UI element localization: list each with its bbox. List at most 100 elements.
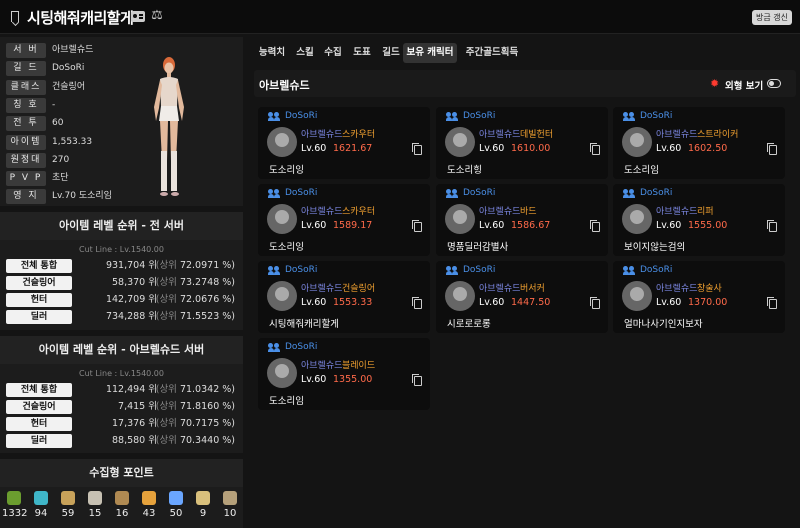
appearance-toggle-label[interactable]: 외형 보기 xyxy=(725,78,763,92)
rank-label: 건슬링어 xyxy=(6,276,72,290)
character-avatar xyxy=(267,281,297,311)
collect-value: 59 xyxy=(61,508,75,519)
character-item-level: 1602.50 xyxy=(688,143,728,154)
guild-members-icon xyxy=(622,112,635,121)
character-card[interactable]: DoSoRi 아브렐슈드 블레이드 Lv.60 1355.00 도소리임 xyxy=(258,338,430,410)
profile-value: - xyxy=(52,99,56,110)
character-card[interactable]: DoSoRi 아브렐슈드 스트라이커 Lv.60 1602.50 도소리임 xyxy=(613,107,785,179)
character-class: 블레이드 xyxy=(342,361,376,371)
refresh-button[interactable]: 방금 갱신 xyxy=(752,10,792,25)
mokoko-seed-icon xyxy=(7,491,21,505)
profile-row: P V P 초단 xyxy=(6,171,146,187)
tab-2[interactable]: 수집 xyxy=(320,43,346,63)
tab-6[interactable]: 주간골드획득 xyxy=(460,43,524,63)
appearance-toggle[interactable] xyxy=(767,79,781,88)
copy-icon[interactable] xyxy=(412,297,422,309)
character-class: 스카우터 xyxy=(342,130,376,140)
character-avatar xyxy=(445,204,475,234)
profile-value: 60 xyxy=(52,118,64,129)
profile-row: 길 드 DoSoRi xyxy=(6,61,146,77)
character-name: 보이지않는검의 xyxy=(624,242,686,253)
copy-icon[interactable] xyxy=(412,374,422,386)
voyage-icon xyxy=(115,491,129,505)
character-name: 얼마나사기인지보자 xyxy=(624,319,703,330)
copy-icon[interactable] xyxy=(590,220,600,232)
character-card[interactable]: DoSoRi 아브렐슈드 스카우터 Lv.60 1621.67 도소리잉 xyxy=(258,107,430,179)
character-card[interactable]: DoSoRi 아브렐슈드 건슬링어 Lv.60 1553.33 시팅해줘캐리할게 xyxy=(258,261,430,333)
character-avatar xyxy=(267,358,297,388)
collect-item[interactable]: 16 xyxy=(110,491,134,519)
guild-members-icon xyxy=(267,112,280,121)
collect-item[interactable]: 10 xyxy=(218,491,242,519)
copy-icon[interactable] xyxy=(590,143,600,155)
character-card[interactable]: DoSoRi 아브렐슈드 스카우터 Lv.60 1589.17 도소리잉 xyxy=(258,184,430,256)
tab-5[interactable]: 보유 캐릭터 xyxy=(403,43,457,63)
character-card[interactable]: DoSoRi 아브렐슈드 데빌헌터 Lv.60 1610.00 도소리힝 xyxy=(436,107,608,179)
character-server: 아브렐슈드 xyxy=(656,130,698,140)
rank-server-cutline: Cut Line : Lv.1540.00 xyxy=(79,369,164,378)
tab-1[interactable]: 스킬 xyxy=(292,43,318,63)
collect-item[interactable]: 94 xyxy=(29,491,53,519)
character-level: Lv.60 xyxy=(656,220,682,231)
copy-icon[interactable] xyxy=(412,143,422,155)
rank-value: 931,704 위 xyxy=(105,260,157,271)
character-server: 아브렐슈드 xyxy=(301,284,343,294)
rank-value: 58,370 위 xyxy=(111,277,157,288)
character-level: Lv.60 xyxy=(301,143,327,154)
character-item-level: 1355.00 xyxy=(333,374,373,385)
rank-percent-prefix: (상위 xyxy=(155,311,177,322)
character-class: 버서커 xyxy=(520,284,545,294)
profile-label: 전 투 xyxy=(6,116,46,132)
server-title: 아브렐슈드 xyxy=(259,79,310,92)
rank-percent-value: 73.2748 %) xyxy=(179,277,235,288)
tab-0[interactable]: 능력치 xyxy=(256,43,288,63)
character-card[interactable]: DoSoRi 아브렐슈드 창술사 Lv.60 1370.00 얼마나사기인지보자 xyxy=(613,261,785,333)
collect-item[interactable]: 9 xyxy=(191,491,215,519)
id-card-icon[interactable] xyxy=(131,11,145,22)
tab-4[interactable]: 길드 xyxy=(378,43,404,63)
compare-scale-icon[interactable]: ⚖ xyxy=(149,9,165,23)
guild-members-icon xyxy=(445,189,458,198)
tab-3[interactable]: 도표 xyxy=(349,43,375,63)
character-level: Lv.60 xyxy=(301,220,327,231)
character-item-level: 1586.67 xyxy=(511,220,551,231)
copy-icon[interactable] xyxy=(767,143,777,155)
copy-icon[interactable] xyxy=(412,220,422,232)
character-server: 아브렐슈드 xyxy=(479,284,521,294)
collect-item[interactable]: 50 xyxy=(164,491,188,519)
character-level: Lv.60 xyxy=(656,143,682,154)
sun-icon: ✹ xyxy=(710,77,720,90)
collect-item[interactable]: 59 xyxy=(56,491,80,519)
character-server: 아브렐슈드 xyxy=(656,207,698,217)
characters-panel: 아브렐슈드 ✹ 외형 보기 DoSoRi 아브렐슈드 스카우터 Lv.60 1621.6… xyxy=(254,70,796,422)
character-card[interactable]: DoSoRi 아브렐슈드 버서커 Lv.60 1447.50 시로로로롱 xyxy=(436,261,608,333)
collect-value: 94 xyxy=(34,508,48,519)
character-server: 아브렐슈드 xyxy=(479,207,521,217)
copy-icon[interactable] xyxy=(590,297,600,309)
rank-value: 88,580 위 xyxy=(111,435,157,446)
collect-item[interactable]: 15 xyxy=(83,491,107,519)
rank-value: 17,376 위 xyxy=(111,418,157,429)
copy-icon[interactable] xyxy=(767,297,777,309)
character-card[interactable]: DoSoRi 아브렐슈드 바드 Lv.60 1586.67 명품딜러감별사 xyxy=(436,184,608,256)
character-card[interactable]: DoSoRi 아브렐슈드 리퍼 Lv.60 1555.00 보이지않는검의 xyxy=(613,184,785,256)
rank-row: 전체 통합 931,704 위 (상위 72.0971 %) xyxy=(6,258,237,274)
collect-item[interactable]: 1332 xyxy=(2,491,27,519)
profile-value: 아브렐슈드 xyxy=(52,45,94,55)
character-name: 도소리임 xyxy=(624,165,659,176)
copy-icon[interactable] xyxy=(767,220,777,232)
guild-name: DoSoRi xyxy=(463,111,496,121)
character-level: Lv.60 xyxy=(479,297,505,308)
profile-label: 칭 호 xyxy=(6,97,46,113)
collect-value: 16 xyxy=(115,508,129,519)
profile-value: Lv.70 도소리임 xyxy=(52,191,112,202)
bookmark-icon[interactable] xyxy=(11,11,19,22)
rank-row: 건슬링어 58,370 위 (상위 73.2748 %) xyxy=(6,275,237,291)
art-icon xyxy=(88,491,102,505)
character-avatar xyxy=(445,127,475,157)
rank-row: 헌터 142,709 위 (상위 72.0676 %) xyxy=(6,292,237,308)
character-name: 도소리잉 xyxy=(269,242,304,253)
collect-item[interactable]: 43 xyxy=(137,491,161,519)
rank-percent: (상위 71.0342 %) xyxy=(156,382,235,398)
profile-row: 아이템 1,553.33 xyxy=(6,134,146,150)
